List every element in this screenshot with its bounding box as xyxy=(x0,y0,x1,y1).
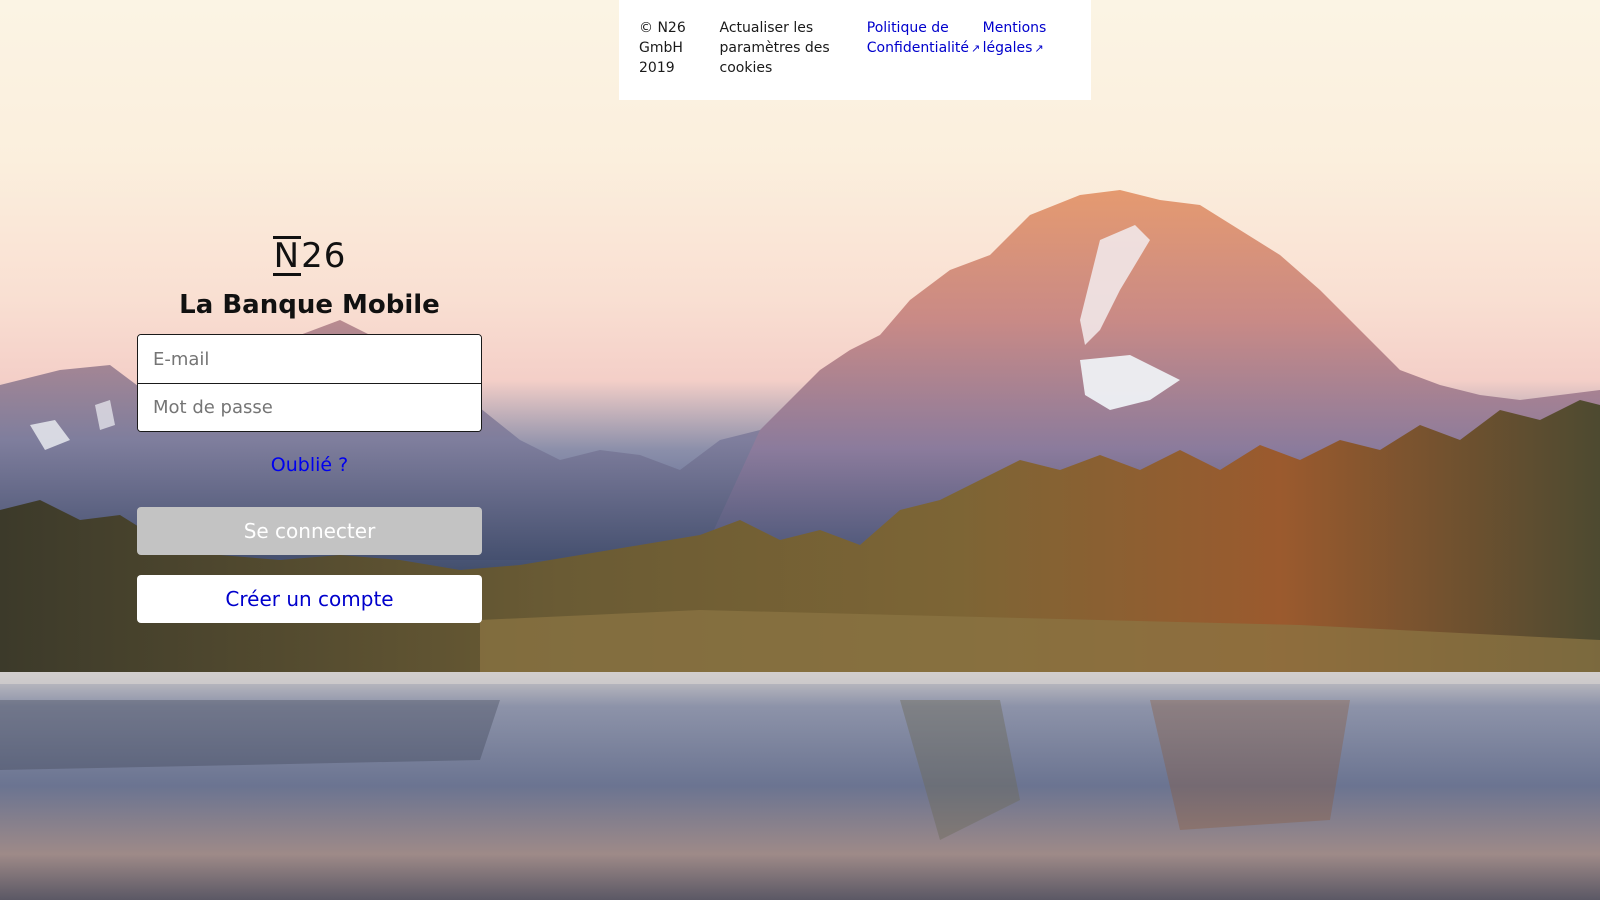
login-page: © N26 GmbH 2019 Actualiser les paramètre… xyxy=(0,0,1600,900)
login-panel: N26 La Banque Mobile Oublié ? Se connect… xyxy=(137,236,482,623)
n26-logo: N26 xyxy=(272,236,347,278)
credentials-form xyxy=(137,334,482,432)
page-title: La Banque Mobile xyxy=(179,290,440,320)
copyright-text: © N26 GmbH 2019 xyxy=(639,20,686,76)
external-link-icon: ↗ xyxy=(971,42,981,55)
cookie-settings-link[interactable]: Actualiser les paramètres des cookies xyxy=(720,18,867,100)
password-field[interactable] xyxy=(138,383,481,431)
login-button[interactable]: Se connecter xyxy=(137,507,482,555)
email-field[interactable] xyxy=(138,335,481,383)
privacy-policy-link[interactable]: Politique de Confidentialité ↗ xyxy=(867,18,983,100)
external-link-icon: ↗ xyxy=(1034,42,1044,55)
footer-links-bar: © N26 GmbH 2019 Actualiser les paramètre… xyxy=(619,0,1091,100)
logo-digits: 26 xyxy=(301,236,347,276)
privacy-policy-link-label[interactable]: Politique de Confidentialité xyxy=(867,20,969,56)
create-account-button[interactable]: Créer un compte xyxy=(137,575,482,623)
forgot-password-link[interactable]: Oublié ? xyxy=(271,454,348,476)
legal-notice-link[interactable]: Mentions légales ↗ xyxy=(983,18,1071,100)
logo-letter: N xyxy=(272,236,302,276)
